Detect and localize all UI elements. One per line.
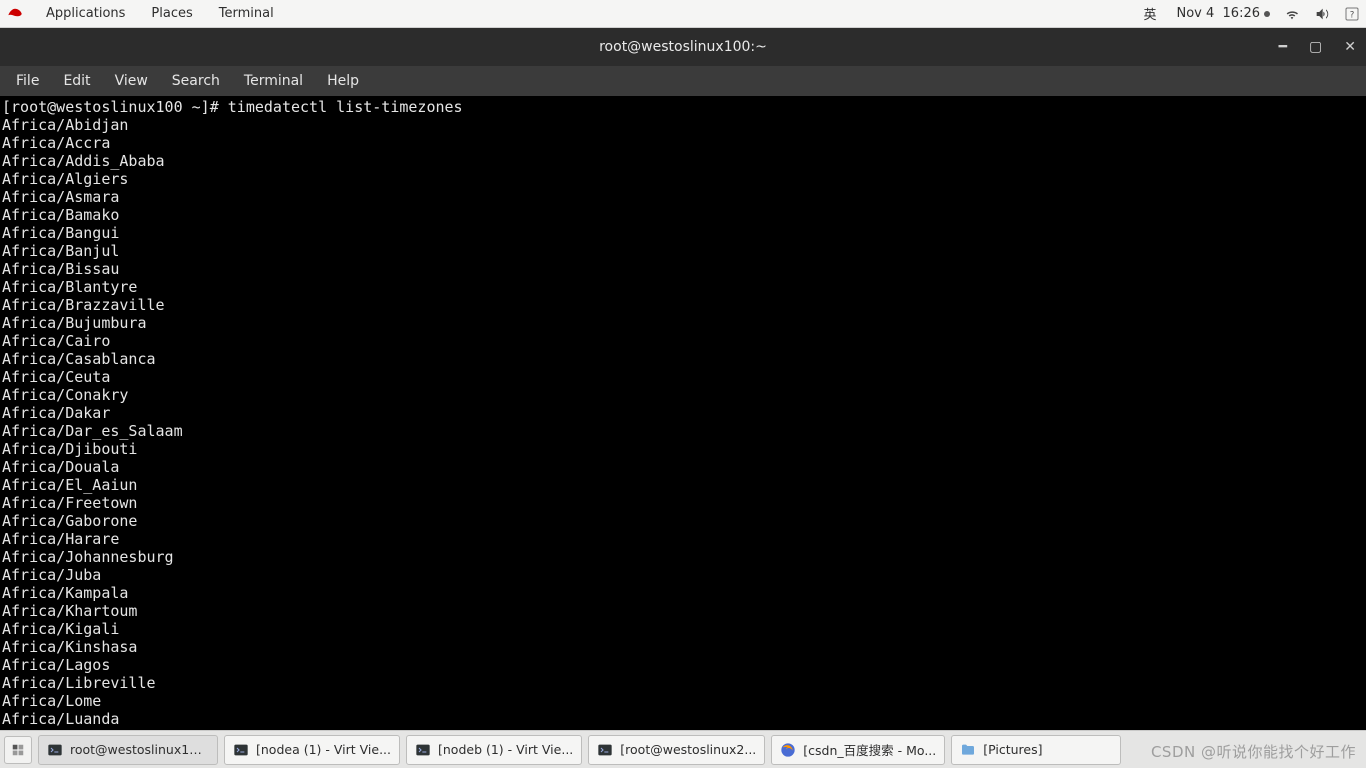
timezone-line: Africa/Banjul [2, 242, 119, 260]
close-button[interactable]: ✕ [1340, 35, 1360, 59]
taskbar-item-label: [nodeb (1) - Virt Vie... [438, 742, 573, 757]
timezone-line: Africa/Gaborone [2, 512, 137, 530]
ime-indicator[interactable]: 英 [1137, 2, 1162, 25]
clock[interactable]: Nov 4 16:26 [1176, 6, 1270, 21]
taskbar-item-label: [csdn_百度搜索 - Mo... [803, 740, 936, 759]
applications-menu[interactable]: Applications [40, 4, 131, 23]
taskbar-item-3[interactable]: [root@westoslinux2... [588, 735, 765, 765]
timezone-line: Africa/Dakar [2, 404, 110, 422]
taskbar-item-0[interactable]: root@westoslinux10... [38, 735, 218, 765]
taskbar-item-label: [nodea (1) - Virt Vie... [256, 742, 391, 757]
menu-terminal[interactable]: Terminal [234, 71, 313, 91]
firefox-icon [780, 742, 796, 758]
taskbar-item-label: root@westoslinux10... [70, 742, 209, 757]
timezone-line: Africa/Ceuta [2, 368, 110, 386]
terminal-menubar: File Edit View Search Terminal Help [0, 66, 1366, 96]
minimize-button[interactable]: ━ [1275, 35, 1291, 59]
timezone-line: Africa/Lome [2, 692, 101, 710]
timezone-line: Africa/Douala [2, 458, 119, 476]
menu-search[interactable]: Search [162, 71, 230, 91]
timezone-line: Africa/Asmara [2, 188, 119, 206]
timezone-line: Africa/Juba [2, 566, 101, 584]
menu-help[interactable]: Help [317, 71, 369, 91]
timezone-line: Africa/Accra [2, 134, 110, 152]
timezone-line: Africa/Conakry [2, 386, 128, 404]
timezone-line: Africa/Kinshasa [2, 638, 137, 656]
shell-prompt: [root@westoslinux100 ~]# [2, 98, 228, 116]
timezone-line: Africa/Algiers [2, 170, 128, 188]
gnome-taskbar: root@westoslinux10... [nodea (1) - Virt V… [0, 730, 1366, 768]
terminal-icon [233, 742, 249, 758]
timezone-line: Africa/Bangui [2, 224, 119, 242]
timezone-line: Africa/Cairo [2, 332, 110, 350]
timezone-line: Africa/Kigali [2, 620, 119, 638]
menu-file[interactable]: File [6, 71, 49, 91]
volume-icon[interactable] [1314, 6, 1330, 22]
timezone-line: Africa/Addis_Ababa [2, 152, 165, 170]
gnome-top-bar: Applications Places Terminal 英 Nov 4 16:… [0, 0, 1366, 28]
taskbar-item-4[interactable]: [csdn_百度搜索 - Mo... [771, 735, 945, 765]
menu-edit[interactable]: Edit [53, 71, 100, 91]
timezone-line: Africa/Khartoum [2, 602, 137, 620]
network-icon[interactable] [1284, 6, 1300, 22]
terminal-icon [415, 742, 431, 758]
terminal-viewport[interactable]: [root@westoslinux100 ~]# timedatectl lis… [0, 96, 1366, 730]
shell-command: timedatectl list-timezones [228, 98, 463, 116]
help-icon[interactable]: ? [1344, 6, 1360, 22]
taskbar-item-1[interactable]: [nodea (1) - Virt Vie... [224, 735, 400, 765]
timezone-line: Africa/Lagos [2, 656, 110, 674]
notification-dot-icon [1264, 11, 1270, 17]
timezone-line: Africa/El_Aaiun [2, 476, 137, 494]
watermark-text: CSDN @听说你能找个好工作 [1151, 741, 1356, 762]
timezone-line: Africa/Freetown [2, 494, 137, 512]
clock-time: 16:26 [1223, 6, 1260, 21]
terminal-icon [597, 742, 613, 758]
taskbar-item-label: [root@westoslinux2... [620, 742, 756, 757]
menu-view[interactable]: View [105, 71, 158, 91]
maximize-button[interactable]: ▢ [1305, 35, 1326, 59]
clock-date: Nov 4 [1176, 6, 1214, 21]
timezone-line: Africa/Bamako [2, 206, 119, 224]
timezone-line: Africa/Abidjan [2, 116, 128, 134]
timezone-line: Africa/Bujumbura [2, 314, 147, 332]
timezone-line: Africa/Casablanca [2, 350, 156, 368]
svg-text:?: ? [1350, 10, 1355, 20]
redhat-logo-icon [6, 5, 24, 23]
taskbar-item-5[interactable]: [Pictures] [951, 735, 1121, 765]
timezone-line: Africa/Luanda [2, 710, 119, 728]
window-title: root@westoslinux100:~ [599, 39, 767, 55]
folder-icon [960, 742, 976, 758]
places-menu[interactable]: Places [145, 4, 198, 23]
timezone-line: Africa/Blantyre [2, 278, 137, 296]
timezone-line: Africa/Dar_es_Salaam [2, 422, 183, 440]
timezone-line: Africa/Johannesburg [2, 548, 174, 566]
timezone-line: Africa/Libreville [2, 674, 156, 692]
timezone-line: Africa/Bissau [2, 260, 119, 278]
timezone-line: Africa/Brazzaville [2, 296, 165, 314]
workspace-switcher[interactable] [4, 736, 32, 764]
window-titlebar: root@westoslinux100:~ ━ ▢ ✕ [0, 28, 1366, 66]
terminal-icon [47, 742, 63, 758]
taskbar-item-2[interactable]: [nodeb (1) - Virt Vie... [406, 735, 582, 765]
taskbar-item-label: [Pictures] [983, 742, 1042, 757]
timezone-line: Africa/Djibouti [2, 440, 137, 458]
terminal-top-menu[interactable]: Terminal [213, 4, 280, 23]
timezone-line: Africa/Harare [2, 530, 119, 548]
timezone-line: Africa/Kampala [2, 584, 128, 602]
